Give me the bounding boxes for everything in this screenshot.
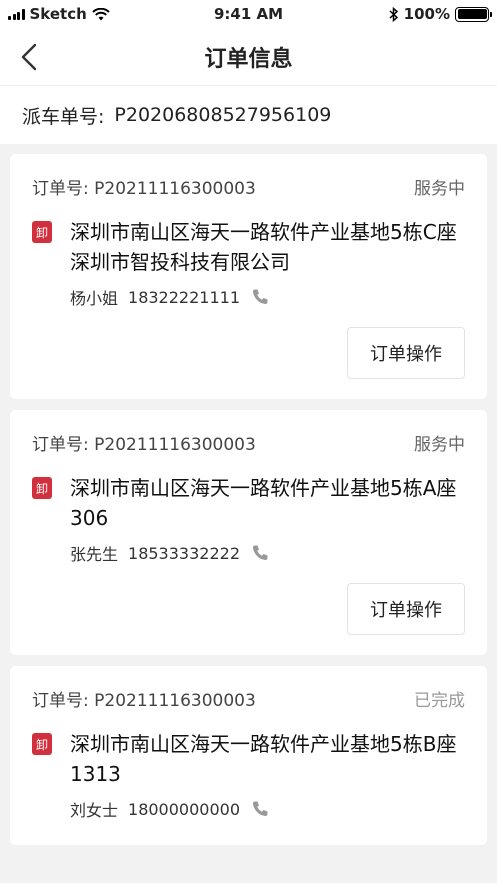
order-number-label: 订单号: bbox=[32, 179, 89, 199]
status-bar-right: 100% bbox=[389, 5, 492, 23]
status-bar: Sketch 9:41 AM 100% bbox=[0, 0, 497, 28]
order-number: 订单号: P20211116300003 bbox=[32, 174, 256, 199]
unload-tag: 卸 bbox=[32, 733, 52, 755]
dispatch-number-row: 派车单号: P20206808527956109 bbox=[0, 86, 497, 144]
order-address-row: 卸 深圳市南山区海天一路软件产业基地5栋A座306 bbox=[32, 473, 465, 533]
order-action-button[interactable]: 订单操作 bbox=[347, 583, 465, 635]
order-card-header: 订单号: P20211116300003 服务中 bbox=[32, 174, 465, 199]
order-number: 订单号: P20211116300003 bbox=[32, 686, 256, 711]
order-action-button[interactable]: 订单操作 bbox=[347, 327, 465, 379]
unload-tag: 卸 bbox=[32, 221, 52, 243]
order-address: 深圳市南山区海天一路软件产业基地5栋B座1313 bbox=[70, 732, 457, 786]
phone-icon[interactable] bbox=[250, 799, 270, 819]
status-bar-left: Sketch bbox=[8, 5, 110, 23]
order-list: 订单号: P20211116300003 服务中 卸 深圳市南山区海天一路软件产… bbox=[0, 144, 497, 845]
order-card-header: 订单号: P20211116300003 已完成 bbox=[32, 686, 465, 711]
page-title: 订单信息 bbox=[204, 46, 293, 72]
phone-icon[interactable] bbox=[250, 543, 270, 563]
signal-icon bbox=[8, 8, 25, 20]
order-card: 订单号: P20211116300003 服务中 卸 深圳市南山区海天一路软件产… bbox=[10, 154, 487, 399]
contact-name: 杨小姐 bbox=[70, 289, 119, 308]
order-number-value: P20211116300003 bbox=[94, 435, 256, 455]
order-status: 已完成 bbox=[414, 691, 465, 711]
order-contact: 张先生 18533332222 bbox=[32, 541, 465, 565]
order-number: 订单号: P20211116300003 bbox=[32, 430, 256, 455]
wifi-icon bbox=[92, 7, 110, 20]
order-contact: 刘女士 18000000000 bbox=[32, 797, 465, 821]
order-status: 服务中 bbox=[414, 435, 465, 455]
battery-percent: 100% bbox=[403, 5, 450, 23]
order-status: 服务中 bbox=[414, 179, 465, 199]
order-card-footer: 订单操作 bbox=[32, 309, 465, 399]
order-address: 深圳市南山区海天一路软件产业基地5栋C座深圳市智投科技有限公司 bbox=[70, 220, 457, 274]
contact-phone[interactable]: 18322221111 bbox=[128, 288, 240, 307]
contact-phone[interactable]: 18533332222 bbox=[128, 544, 240, 563]
bluetooth-icon bbox=[389, 6, 398, 22]
order-address-row: 卸 深圳市南山区海天一路软件产业基地5栋C座深圳市智投科技有限公司 bbox=[32, 217, 465, 277]
nav-bar: 订单信息 bbox=[0, 28, 497, 86]
order-card-footer: 订单操作 bbox=[32, 565, 465, 655]
order-card-header: 订单号: P20211116300003 服务中 bbox=[32, 430, 465, 455]
unload-tag: 卸 bbox=[32, 477, 52, 499]
dispatch-number-label: 派车单号: bbox=[22, 105, 105, 128]
contact-name: 刘女士 bbox=[70, 801, 119, 820]
carrier-name: Sketch bbox=[29, 5, 87, 23]
chevron-left-icon bbox=[21, 43, 37, 71]
phone-icon[interactable] bbox=[250, 287, 270, 307]
order-number-value: P20211116300003 bbox=[94, 691, 256, 711]
order-contact: 杨小姐 18322221111 bbox=[32, 285, 465, 309]
battery-icon bbox=[455, 6, 492, 22]
contact-name: 张先生 bbox=[70, 545, 119, 564]
order-card: 订单号: P20211116300003 已完成 卸 深圳市南山区海天一路软件产… bbox=[10, 666, 487, 845]
order-card: 订单号: P20211116300003 服务中 卸 深圳市南山区海天一路软件产… bbox=[10, 410, 487, 655]
order-address-row: 卸 深圳市南山区海天一路软件产业基地5栋B座1313 bbox=[32, 729, 465, 789]
order-number-label: 订单号: bbox=[32, 435, 89, 455]
dispatch-number-value: P20206808527956109 bbox=[114, 104, 332, 126]
order-number-value: P20211116300003 bbox=[94, 179, 256, 199]
order-number-label: 订单号: bbox=[32, 691, 89, 711]
back-button[interactable] bbox=[20, 41, 52, 73]
contact-phone[interactable]: 18000000000 bbox=[128, 800, 240, 819]
order-address: 深圳市南山区海天一路软件产业基地5栋A座306 bbox=[70, 476, 457, 530]
